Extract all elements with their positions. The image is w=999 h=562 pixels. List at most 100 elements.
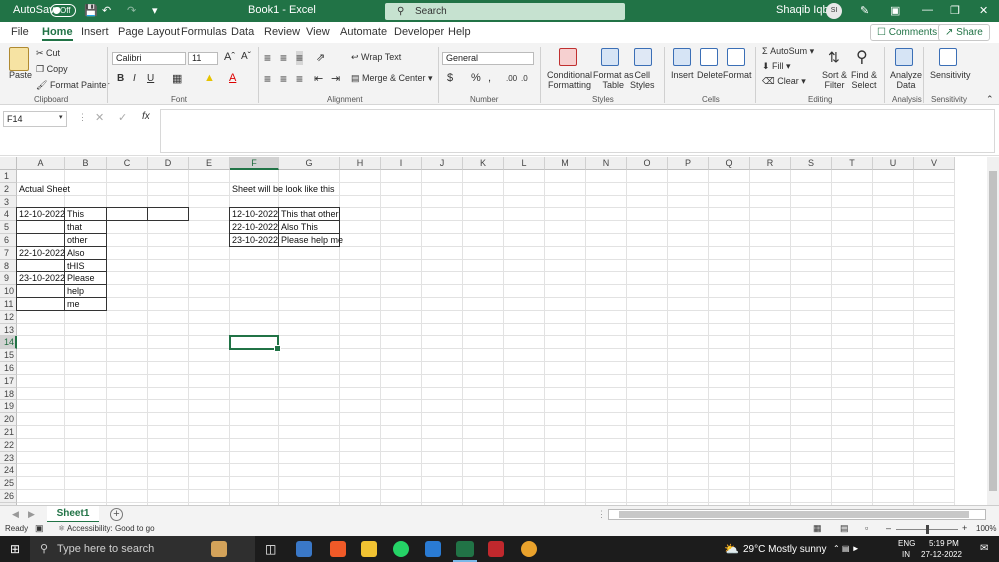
merge-center-button[interactable]: ▤ Merge & Center ▾ bbox=[351, 73, 433, 84]
comments-button[interactable]: ☐ Comments bbox=[870, 24, 945, 41]
cell-b5[interactable]: that bbox=[65, 221, 82, 234]
currency-icon[interactable]: $ bbox=[447, 72, 453, 84]
column-header-j[interactable]: J bbox=[422, 157, 463, 170]
save-icon[interactable]: 💾 bbox=[84, 4, 98, 17]
pen-icon[interactable]: ✎ bbox=[860, 4, 869, 17]
row-header-1[interactable]: 1 bbox=[0, 170, 17, 183]
row-header-17[interactable]: 17 bbox=[0, 374, 17, 388]
tab-file[interactable]: File bbox=[11, 26, 29, 38]
clear-button[interactable]: ⌫ Clear ▾ bbox=[762, 76, 806, 87]
cell-f5[interactable]: 22-10-2022 bbox=[230, 221, 278, 234]
column-header-h[interactable]: H bbox=[340, 157, 381, 170]
tab-home[interactable]: Home bbox=[42, 26, 73, 41]
row-header-6[interactable]: 6 bbox=[0, 234, 17, 247]
delete-button[interactable]: Delete bbox=[697, 70, 723, 80]
vertical-scroll-thumb[interactable] bbox=[989, 171, 997, 491]
chrome-icon[interactable] bbox=[521, 541, 537, 557]
sensitivity-button[interactable]: Sensitivity bbox=[930, 70, 971, 80]
cell-g5[interactable]: Also This bbox=[279, 221, 318, 234]
column-header-v[interactable]: V bbox=[914, 157, 955, 170]
calendar-widget-icon[interactable] bbox=[211, 541, 227, 557]
column-header-p[interactable]: P bbox=[668, 157, 709, 170]
sort-filter-button[interactable]: Sort & Filter bbox=[822, 70, 847, 90]
analyze-data-button[interactable]: Analyze Data bbox=[890, 70, 922, 90]
insert-function-icon[interactable]: fx bbox=[142, 111, 150, 122]
row-header-2[interactable]: 2 bbox=[0, 182, 17, 196]
name-box-dropdown-icon[interactable]: ▾ bbox=[59, 113, 63, 121]
cell-b6[interactable]: other bbox=[65, 234, 88, 247]
windows-start-icon[interactable]: ⊞ bbox=[10, 542, 20, 556]
cell-styles-button[interactable]: Cell Styles bbox=[630, 70, 655, 90]
notifications-icon[interactable]: ✉ bbox=[980, 543, 988, 554]
sort-filter-icon[interactable]: ⇅ bbox=[828, 49, 840, 66]
decrease-font-icon[interactable]: Aˇ bbox=[241, 51, 251, 62]
tray-icons[interactable]: ⌃ ▤ ► bbox=[833, 544, 860, 553]
column-header-i[interactable]: I bbox=[381, 157, 422, 170]
accessibility-status[interactable]: ⚛ Accessibility: Good to go bbox=[58, 524, 155, 533]
cut-button[interactable]: ✂ Cut bbox=[36, 48, 60, 59]
customize-qat-icon[interactable]: ▾ bbox=[152, 4, 158, 17]
find-select-icon[interactable]: ⚲ bbox=[856, 47, 868, 67]
cell-f4[interactable]: 12-10-2022 bbox=[230, 208, 278, 221]
borders-icon[interactable]: ▦ bbox=[172, 72, 182, 85]
cell-a9[interactable]: 23-10-2022 bbox=[17, 272, 65, 285]
column-header-e[interactable]: E bbox=[189, 157, 230, 170]
active-cell[interactable] bbox=[229, 335, 281, 352]
row-header-3[interactable]: 3 bbox=[0, 195, 17, 209]
search-box[interactable]: ⚲ Search bbox=[385, 3, 625, 20]
cell-b7[interactable]: Also bbox=[65, 247, 85, 260]
formula-input[interactable] bbox=[160, 109, 995, 153]
tab-insert[interactable]: Insert bbox=[81, 26, 109, 38]
cell-b8[interactable]: tHIS bbox=[65, 260, 85, 273]
column-header-r[interactable]: R bbox=[750, 157, 791, 170]
row-header-15[interactable]: 15 bbox=[0, 349, 17, 362]
row-header-7[interactable]: 7 bbox=[0, 246, 17, 260]
cell-b10[interactable]: help bbox=[65, 285, 84, 298]
column-header-f[interactable]: F bbox=[230, 157, 279, 170]
zoom-level[interactable]: 100% bbox=[976, 524, 996, 533]
cell-b11[interactable]: me bbox=[65, 298, 80, 311]
wrap-text-button[interactable]: ↩ Wrap Text bbox=[351, 52, 401, 63]
tab-data[interactable]: Data bbox=[231, 26, 254, 38]
column-header-n[interactable]: N bbox=[586, 157, 627, 170]
tab-help[interactable]: Help bbox=[448, 26, 471, 38]
comma-icon[interactable]: , bbox=[488, 72, 491, 84]
increase-font-icon[interactable]: Aˆ bbox=[224, 51, 235, 63]
undo-icon[interactable]: ↶ bbox=[102, 4, 111, 17]
clock-date[interactable]: 27-12-2022 bbox=[921, 550, 962, 559]
increase-indent-icon[interactable]: ⇥ bbox=[331, 72, 340, 85]
row-header-5[interactable]: 5 bbox=[0, 221, 17, 234]
page-layout-view-icon[interactable]: ▤ bbox=[840, 523, 849, 534]
app-icon[interactable] bbox=[488, 541, 504, 557]
ribbon-display-icon[interactable]: ▣ bbox=[890, 4, 900, 17]
share-button[interactable]: ↗ Share bbox=[938, 24, 990, 41]
weather-icon[interactable]: ⛅ bbox=[724, 542, 739, 556]
zoom-out-icon[interactable]: – bbox=[886, 523, 891, 533]
fill-color-icon[interactable]: ▲ bbox=[204, 72, 215, 84]
insert-button[interactable]: Insert bbox=[671, 70, 694, 80]
collapse-ribbon-icon[interactable]: ⌃ bbox=[986, 94, 994, 105]
percent-icon[interactable]: % bbox=[471, 72, 481, 84]
paste-icon[interactable] bbox=[9, 47, 29, 71]
sheet-tab[interactable]: Sheet1 bbox=[47, 506, 99, 523]
row-header-19[interactable]: 19 bbox=[0, 400, 17, 414]
tab-review[interactable]: Review bbox=[264, 26, 300, 38]
row-header-8[interactable]: 8 bbox=[0, 259, 17, 273]
column-header-d[interactable]: D bbox=[148, 157, 189, 170]
cell-b9[interactable]: Please bbox=[65, 272, 95, 285]
row-header-16[interactable]: 16 bbox=[0, 362, 17, 375]
column-header-q[interactable]: Q bbox=[709, 157, 750, 170]
zoom-in-icon[interactable]: + bbox=[962, 523, 967, 533]
tab-developer[interactable]: Developer bbox=[394, 26, 444, 38]
row-header-4[interactable]: 4 bbox=[0, 208, 17, 222]
restore-icon[interactable]: ❐ bbox=[950, 4, 960, 17]
font-color-icon[interactable]: A bbox=[229, 72, 236, 84]
cell-styles-icon[interactable] bbox=[634, 48, 652, 66]
row-header-10[interactable]: 10 bbox=[0, 285, 17, 298]
align-center-icon[interactable]: ≡ bbox=[280, 72, 287, 86]
autosave-toggle[interactable]: Off bbox=[50, 4, 76, 17]
row-header-13[interactable]: 13 bbox=[0, 323, 17, 337]
zoom-slider-thumb[interactable] bbox=[926, 525, 929, 534]
column-header-a[interactable]: A bbox=[17, 157, 65, 170]
language-indicator[interactable]: ENG bbox=[898, 539, 915, 548]
